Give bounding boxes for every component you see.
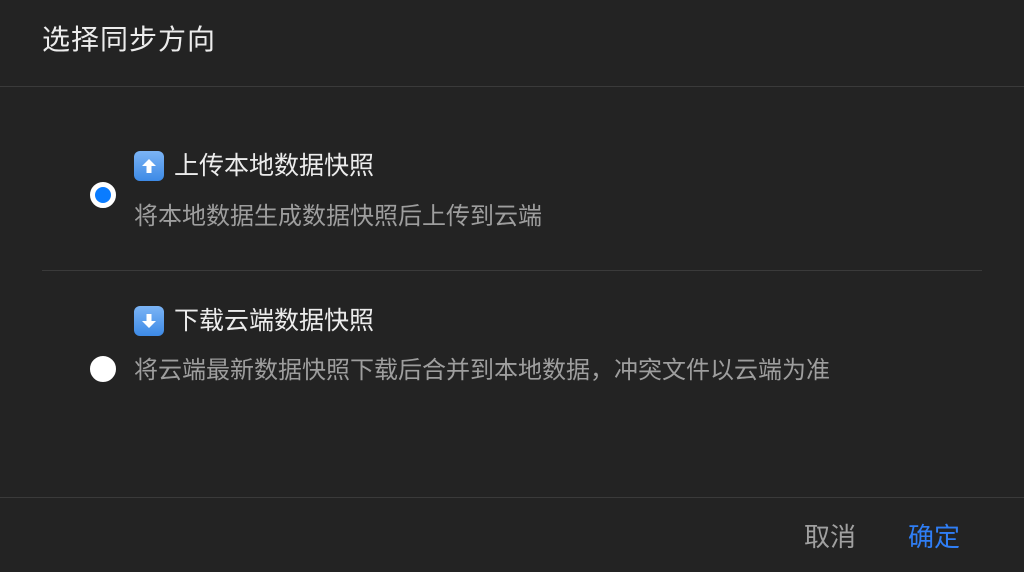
footer-divider [0, 497, 1024, 498]
radio-upload-selected[interactable] [90, 182, 116, 208]
header-divider [0, 86, 1024, 87]
option-upload-label: 上传本地数据快照 [174, 151, 375, 180]
cancel-button[interactable]: 取消 [804, 518, 856, 558]
radio-download-unselected[interactable] [90, 356, 116, 382]
option-divider [42, 270, 982, 271]
down-arrow-icon [134, 306, 164, 336]
option-upload-label-row: 上传本地数据快照 [134, 148, 374, 184]
sync-direction-dialog: 选择同步方向 上传本地数据快照 将本地数据生成数据快照后上传到云端 下载云端数据… [0, 0, 1024, 572]
option-upload-description: 将本地数据生成数据快照后上传到云端 [134, 202, 542, 230]
option-download-label-row: 下载云端数据快照 [134, 303, 374, 339]
dialog-title: 选择同步方向 [42, 23, 217, 56]
confirm-button[interactable]: 确定 [908, 518, 960, 558]
option-upload-snapshot[interactable]: 上传本地数据快照 将本地数据生成数据快照后上传到云端 [0, 140, 1024, 250]
up-arrow-icon [134, 151, 164, 181]
option-download-snapshot[interactable]: 下载云端数据快照 将云端最新数据快照下载后合并到本地数据，冲突文件以云端为准 [0, 295, 1024, 445]
option-download-description: 将云端最新数据快照下载后合并到本地数据，冲突文件以云端为准 [134, 356, 830, 384]
option-download-label: 下载云端数据快照 [174, 306, 375, 335]
